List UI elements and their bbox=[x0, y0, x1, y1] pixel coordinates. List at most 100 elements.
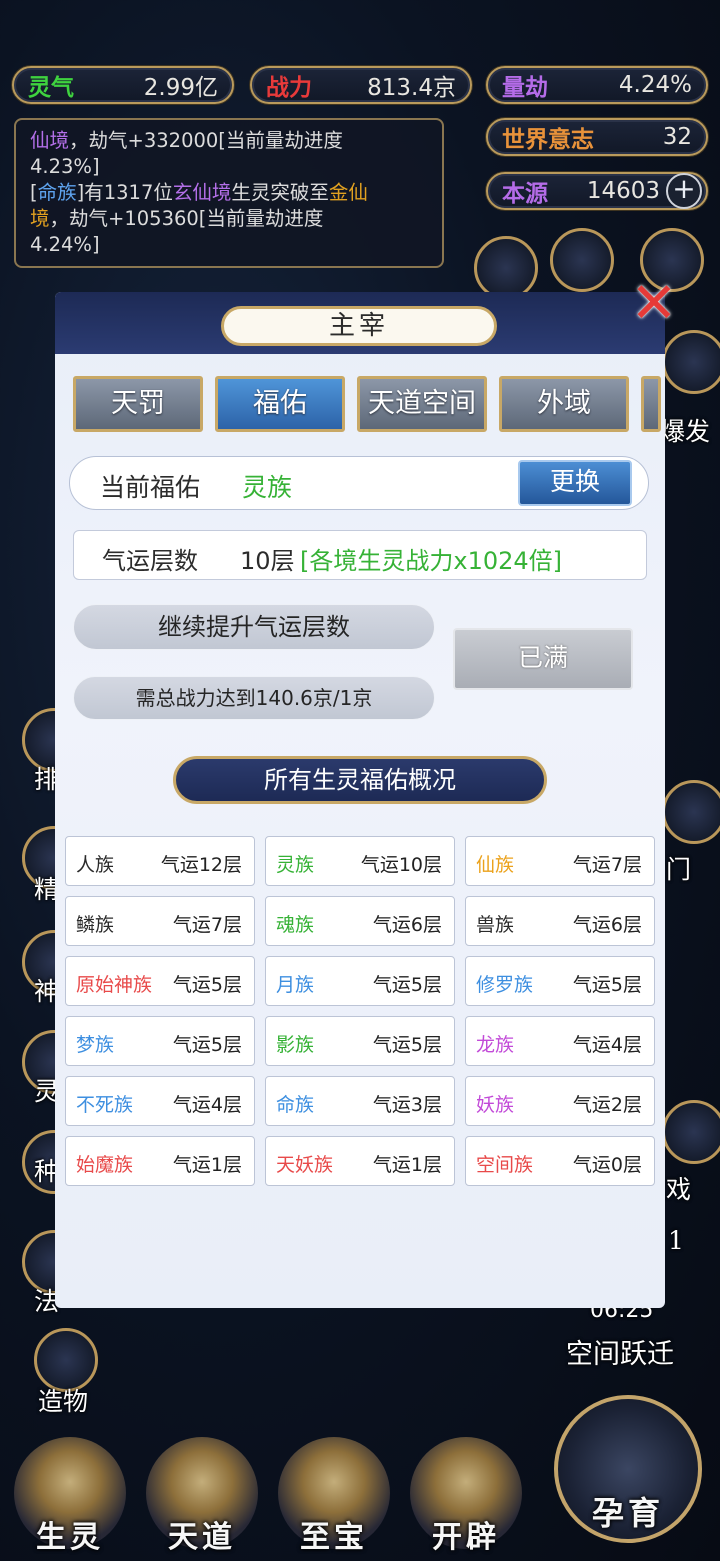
log-text: ]有1317位 bbox=[76, 181, 173, 204]
race-name: 空间族 bbox=[476, 1154, 534, 1176]
race-cell: 仙族 气运7层 bbox=[465, 836, 655, 886]
race-name: 妖族 bbox=[476, 1094, 515, 1116]
log-text: ，劫气+105360[当前量劫进度 bbox=[49, 207, 324, 230]
liangjie-stat: 量劫 4.24% bbox=[486, 66, 708, 104]
log-line: 仙境，劫气+332000[当前量劫进度 bbox=[30, 128, 428, 154]
liangjie-value: 4.24% bbox=[618, 72, 692, 98]
lingqi-value: 2.99亿 bbox=[143, 75, 218, 101]
race-cell: 原始神族 气运5层 bbox=[65, 956, 255, 1006]
log-line: 4.23%] bbox=[30, 155, 100, 178]
race-luck-level: 气运4层 bbox=[172, 1094, 242, 1116]
race-luck-level: 气运0层 bbox=[572, 1154, 642, 1176]
log-text: 生灵突破至 bbox=[231, 181, 329, 204]
race-luck-level: 气运5层 bbox=[172, 1034, 242, 1056]
race-name: 不死族 bbox=[76, 1094, 134, 1116]
log-realm: 玄仙境 bbox=[172, 181, 232, 204]
side-button-right-1[interactable] bbox=[662, 330, 720, 394]
log-text: ，劫气+332000[当前量劫进度 bbox=[69, 129, 343, 152]
tab-outer-domain[interactable]: 外域 bbox=[499, 376, 629, 432]
liangjie-label: 量劫 bbox=[502, 74, 548, 101]
race-luck-level: 气运10层 bbox=[360, 854, 442, 876]
zhanli-stat: 战力 813.4京 bbox=[250, 66, 472, 104]
close-icon[interactable]: ✕ bbox=[626, 276, 682, 332]
world-will-label: 世界意志 bbox=[502, 126, 594, 153]
world-will-stat[interactable]: 世界意志 32 bbox=[486, 118, 708, 156]
log-realm: 境 bbox=[30, 207, 50, 230]
race-cell: 月族 气运5层 bbox=[265, 956, 455, 1006]
race-name: 天妖族 bbox=[276, 1154, 334, 1176]
luck-level-effect: [各境生灵战力x1024倍] bbox=[300, 547, 563, 575]
benyuan-label: 本源 bbox=[502, 180, 548, 207]
requirement-text: 需总战力达到140.6京/1京 bbox=[73, 676, 435, 720]
tab-punishment[interactable]: 天罚 bbox=[73, 376, 203, 432]
race-luck-level: 气运7层 bbox=[572, 854, 642, 876]
race-name: 原始神族 bbox=[76, 974, 153, 996]
race-luck-level: 气运4层 bbox=[572, 1034, 642, 1056]
dialog-title: 主宰 bbox=[221, 306, 497, 346]
race-name: 月族 bbox=[276, 974, 315, 996]
log-line: 境，劫气+105360[当前量劫进度 bbox=[30, 206, 428, 232]
side-button-right-2[interactable] bbox=[662, 780, 720, 844]
side-button-right-3[interactable] bbox=[662, 1100, 720, 1164]
log-realm: 仙境 bbox=[30, 129, 70, 152]
race-cell: 天妖族 气运1层 bbox=[265, 1136, 455, 1186]
log-line: 4.24%] bbox=[30, 233, 100, 256]
race-name: 修罗族 bbox=[476, 974, 534, 996]
race-name: 龙族 bbox=[476, 1034, 515, 1056]
lingqi-label: 灵气 bbox=[28, 74, 74, 101]
full-button[interactable]: 已满 bbox=[453, 628, 633, 690]
race-luck-level: 气运5层 bbox=[572, 974, 642, 996]
card-icon[interactable] bbox=[474, 236, 538, 300]
race-cell: 鳞族 气运7层 bbox=[65, 896, 255, 946]
luck-level-value: 10层 bbox=[240, 547, 295, 575]
race-luck-level: 气运2层 bbox=[572, 1094, 642, 1116]
race-cell: 不死族 气运4层 bbox=[65, 1076, 255, 1126]
race-luck-level: 气运1层 bbox=[372, 1154, 442, 1176]
race-name: 始魔族 bbox=[76, 1154, 134, 1176]
creature-label: 生灵 bbox=[36, 1520, 104, 1555]
log-text: [ bbox=[30, 181, 38, 204]
portal-icon[interactable] bbox=[550, 228, 614, 292]
race-name: 仙族 bbox=[476, 854, 515, 876]
race-cell: 空间族 气运0层 bbox=[465, 1136, 655, 1186]
race-name: 人族 bbox=[76, 854, 115, 876]
race-cell: 妖族 气运2层 bbox=[465, 1076, 655, 1126]
side-label-count: 1 bbox=[668, 1226, 684, 1255]
race-luck-level: 气运6层 bbox=[572, 914, 642, 936]
race-cell: 始魔族 气运1层 bbox=[65, 1136, 255, 1186]
race-luck-level: 气运6层 bbox=[372, 914, 442, 936]
race-luck-level: 气运5层 bbox=[372, 974, 442, 996]
race-luck-level: 气运5层 bbox=[372, 1034, 442, 1056]
upgrade-luck-label: 继续提升气运层数 bbox=[73, 604, 435, 650]
race-cell: 命族 气运3层 bbox=[265, 1076, 455, 1126]
race-cell: 龙族 气运4层 bbox=[465, 1016, 655, 1066]
current-blessing-value: 灵族 bbox=[242, 473, 293, 502]
master-dialog: 主宰 天罚 福佑 天道空间 外域 当前福佑 灵族 更换 气运层数 10层 [各境… bbox=[55, 292, 665, 1308]
side-label-gate: 门 bbox=[666, 855, 692, 884]
zhanli-label: 战力 bbox=[266, 74, 312, 101]
race-name: 命族 bbox=[276, 1094, 315, 1116]
tab-more[interactable] bbox=[641, 376, 661, 432]
event-log: 仙境，劫气+332000[当前量劫进度 4.23%] [命族]有1317位玄仙境… bbox=[14, 118, 444, 268]
change-button[interactable]: 更换 bbox=[518, 460, 632, 506]
tab-dao-space[interactable]: 天道空间 bbox=[357, 376, 487, 432]
overview-title: 所有生灵福佑概况 bbox=[173, 756, 547, 804]
log-race: 命族 bbox=[37, 181, 77, 204]
benyuan-stat: 本源 14603 + bbox=[486, 172, 708, 210]
space-jump-button[interactable]: 空间跃迁 bbox=[566, 1332, 674, 1371]
race-name: 兽族 bbox=[476, 914, 515, 936]
race-cell: 魂族 气运6层 bbox=[265, 896, 455, 946]
race-name: 梦族 bbox=[76, 1034, 115, 1056]
race-cell: 修罗族 气运5层 bbox=[465, 956, 655, 1006]
race-cell: 兽族 气运6层 bbox=[465, 896, 655, 946]
current-blessing-label: 当前福佑 bbox=[100, 473, 201, 502]
race-cell: 梦族 气运5层 bbox=[65, 1016, 255, 1066]
race-luck-level: 气运5层 bbox=[172, 974, 242, 996]
race-name: 魂族 bbox=[276, 914, 315, 936]
tab-blessing[interactable]: 福佑 bbox=[215, 376, 345, 432]
luck-level-row: 气运层数 10层 [各境生灵战力x1024倍] bbox=[73, 530, 647, 580]
add-benyuan-icon[interactable]: + bbox=[666, 173, 702, 209]
world-will-value: 32 bbox=[662, 124, 692, 150]
open-world-label: 开辟 bbox=[432, 1520, 500, 1555]
race-name: 灵族 bbox=[276, 854, 315, 876]
